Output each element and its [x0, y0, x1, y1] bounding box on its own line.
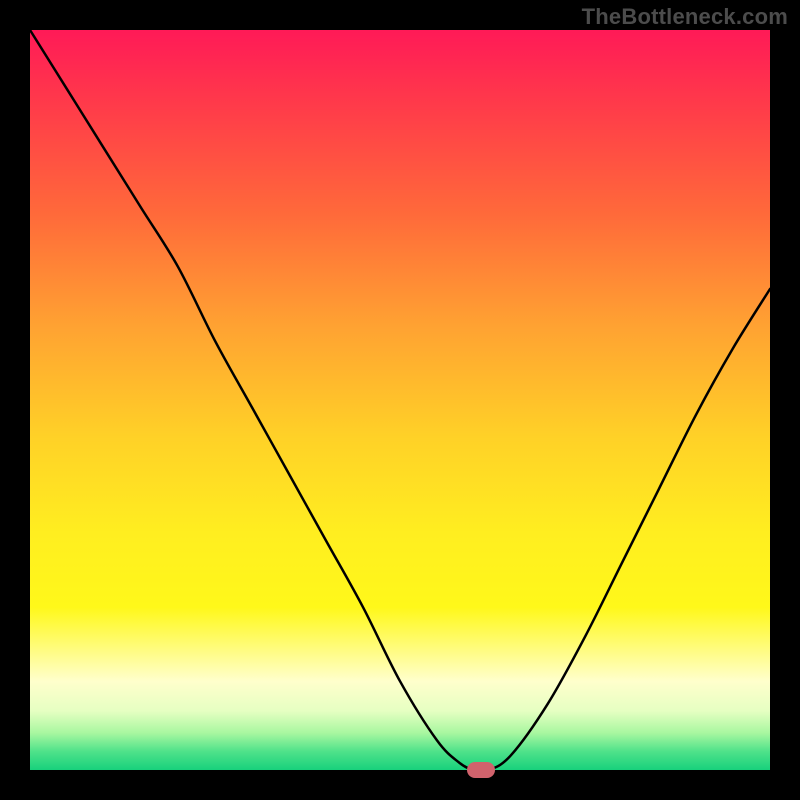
optimal-marker	[467, 762, 495, 778]
bottleneck-curve	[30, 30, 770, 770]
plot-area	[30, 30, 770, 770]
chart-frame: TheBottleneck.com	[0, 0, 800, 800]
watermark-text: TheBottleneck.com	[582, 4, 788, 30]
